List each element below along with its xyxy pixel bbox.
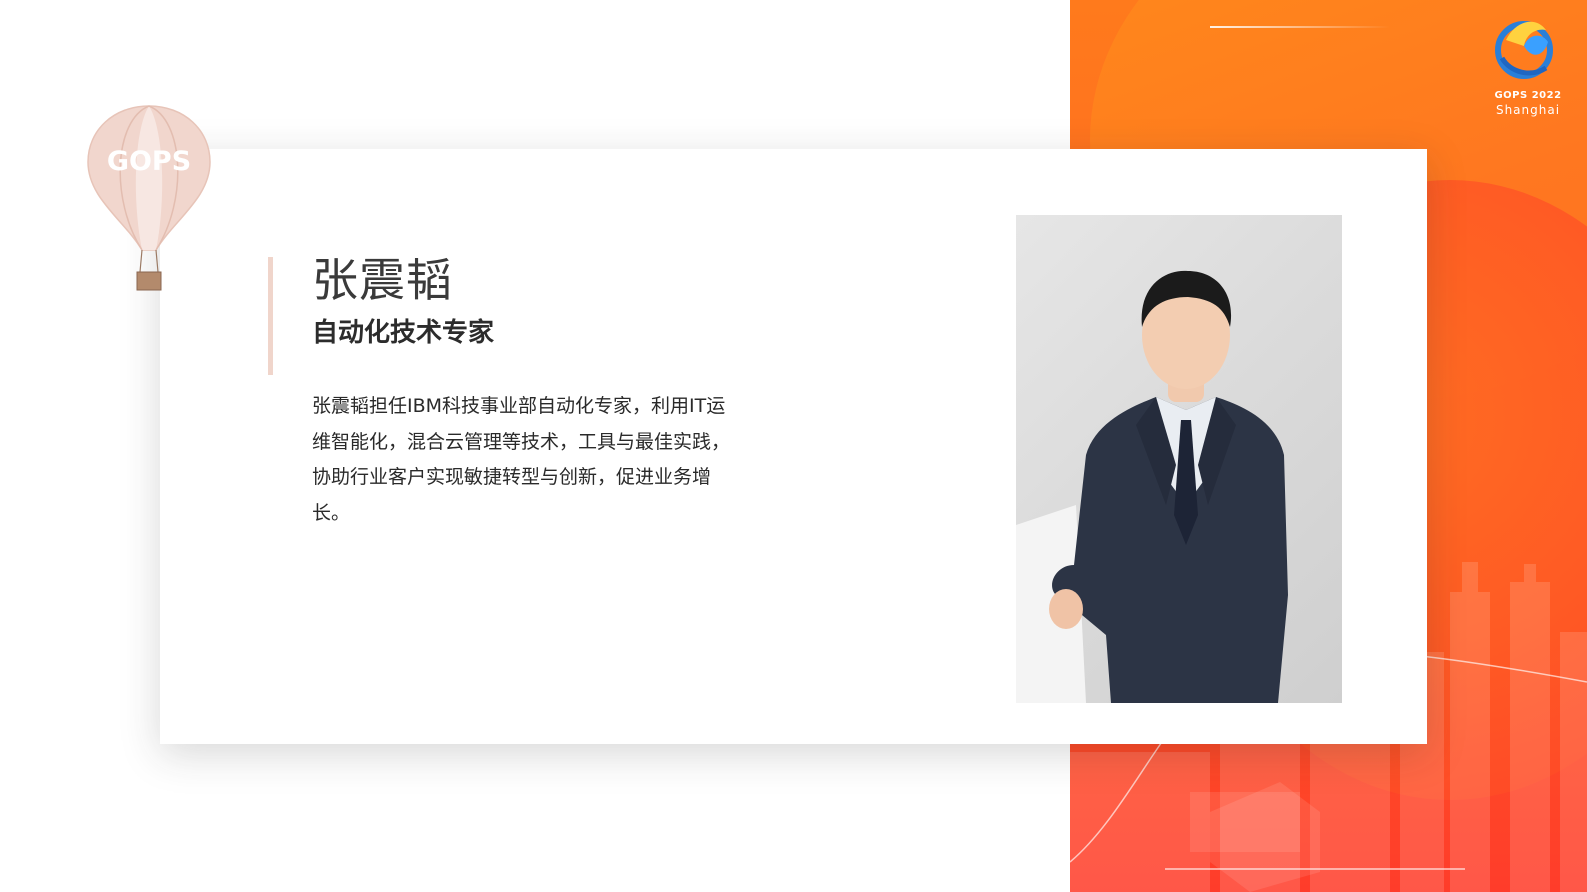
- event-logo-line1: GOPS 2022: [1494, 90, 1562, 101]
- decorative-line-bottom: [1165, 868, 1465, 870]
- speaker-title: 自动化技术专家: [312, 318, 495, 348]
- event-logo-text: GOPS 2022 Shanghai: [1486, 90, 1570, 118]
- speaker-portrait-illustration: [1016, 270, 1288, 703]
- event-logo-line2: Shanghai: [1495, 103, 1561, 117]
- speaker-bio: 张震韬担任IBM科技事业部自动化专家，利用IT运维智能化，混合云管理等技术，工具…: [312, 395, 731, 524]
- speaker-photo: [1016, 215, 1342, 703]
- hot-air-balloon-icon: GOPS: [87, 105, 211, 291]
- speaker-card: 张震韬 自动化技术专家 张震韬担任IBM科技事业部自动化专家，利用IT运维智能化…: [160, 149, 1427, 744]
- balloon-label: GOPS: [107, 146, 191, 177]
- decorative-line-top: [1210, 26, 1390, 28]
- accent-bar: [268, 257, 273, 375]
- speaker-name: 张震韬: [312, 253, 453, 307]
